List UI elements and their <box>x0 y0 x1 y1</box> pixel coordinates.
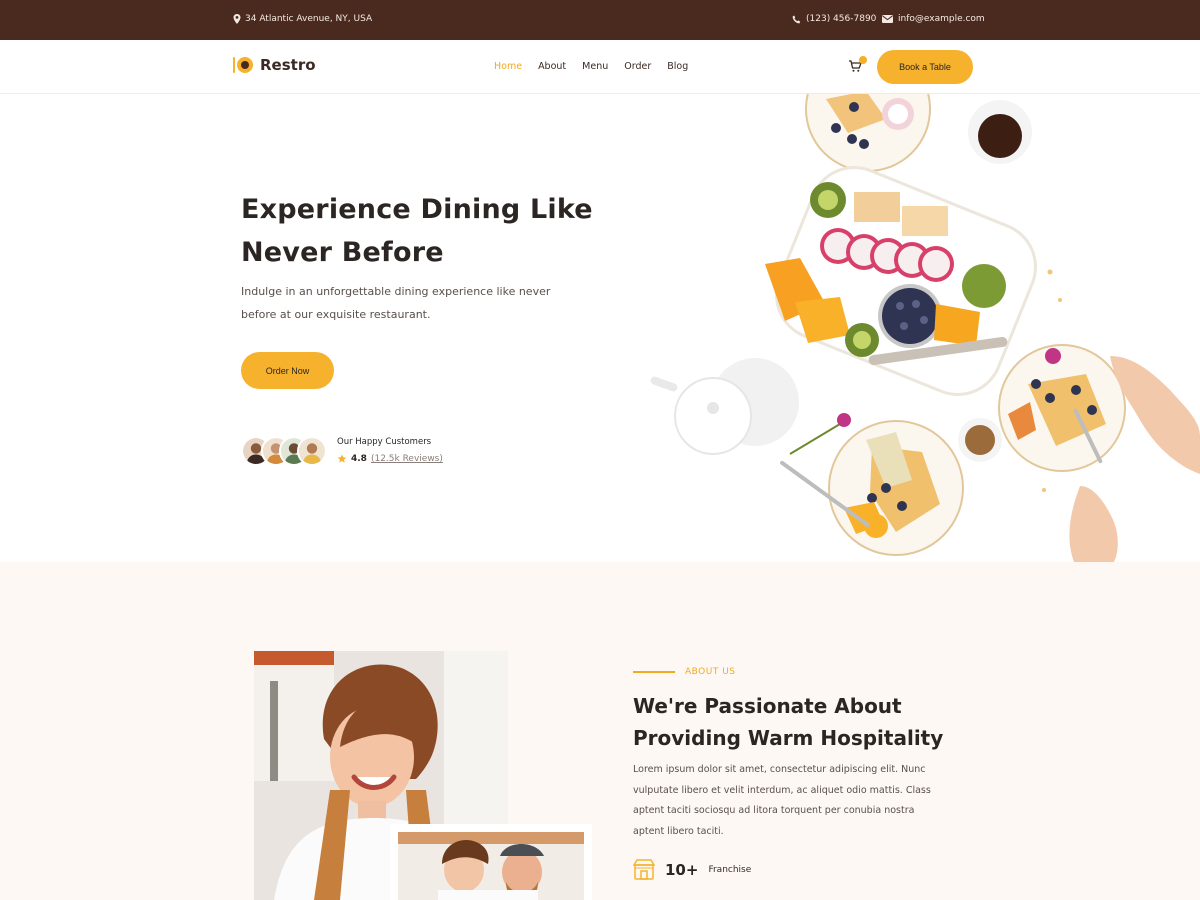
phone-icon <box>792 15 801 23</box>
hero-section: Experience Dining Like Never Before Indu… <box>0 94 1200 562</box>
logo[interactable]: Restro <box>232 56 316 74</box>
email-text: info@example.com <box>898 14 985 24</box>
about-title: We're Passionate About Providing Warm Ho… <box>633 694 944 750</box>
about-eyebrow: ABOUT US <box>633 667 736 677</box>
about-section: ABOUT US We're Passionate About Providin… <box>0 562 1200 900</box>
phone-info[interactable]: (123) 456-7890 <box>792 14 876 24</box>
team-photo-frame <box>390 824 592 900</box>
hero-lead: Indulge in an unforgettable dining exper… <box>241 285 551 321</box>
nav-about[interactable]: About <box>538 61 566 72</box>
top-info-bar: 34 Atlantic Avenue, NY, USA (123) 456-78… <box>0 0 1200 40</box>
email-info[interactable]: info@example.com <box>882 14 985 24</box>
avatar <box>297 436 327 466</box>
order-now-button[interactable]: Order Now <box>241 352 334 389</box>
hero-title: Experience Dining Like Never Before <box>241 194 593 268</box>
eyebrow-line <box>633 671 675 673</box>
franchise-label: Franchise <box>708 865 752 875</box>
franchise-count: 10+ <box>665 861 699 879</box>
logo-text: Restro <box>260 56 316 74</box>
address-info: 34 Atlantic Avenue, NY, USA <box>233 14 372 24</box>
star-icon <box>337 454 347 463</box>
about-body: Lorem ipsum dolor sit amet, consectetur … <box>633 764 931 837</box>
address-text: 34 Atlantic Avenue, NY, USA <box>245 14 373 24</box>
team-photo <box>398 832 584 900</box>
main-header: Restro Home About Menu Order Blog Book a… <box>0 40 1200 94</box>
eyebrow-text: ABOUT US <box>685 667 736 677</box>
main-nav: Home About Menu Order Blog <box>494 61 688 72</box>
nav-home[interactable]: Home <box>494 61 522 72</box>
logo-icon <box>233 57 253 73</box>
cart-badge <box>859 56 867 64</box>
nav-order[interactable]: Order <box>624 61 651 72</box>
rating-score: 4.8 <box>351 454 367 464</box>
cart-button[interactable] <box>848 56 868 76</box>
franchise-stat: 10+ Franchise <box>633 859 751 881</box>
reviews-link[interactable]: (12.5k Reviews) <box>371 454 443 464</box>
mail-icon <box>882 15 893 23</box>
hero-food-image <box>640 94 1200 562</box>
nav-menu[interactable]: Menu <box>582 61 608 72</box>
nav-blog[interactable]: Blog <box>667 61 688 72</box>
happy-customers-label: Our Happy Customers <box>337 437 432 447</box>
location-icon <box>233 14 241 24</box>
rating-row: 4.8 (12.5k Reviews) <box>337 454 443 464</box>
franchise-icon <box>633 859 655 880</box>
phone-text: (123) 456-7890 <box>806 14 877 24</box>
customer-avatars <box>241 436 331 468</box>
book-table-button[interactable]: Book a Table <box>877 50 973 84</box>
